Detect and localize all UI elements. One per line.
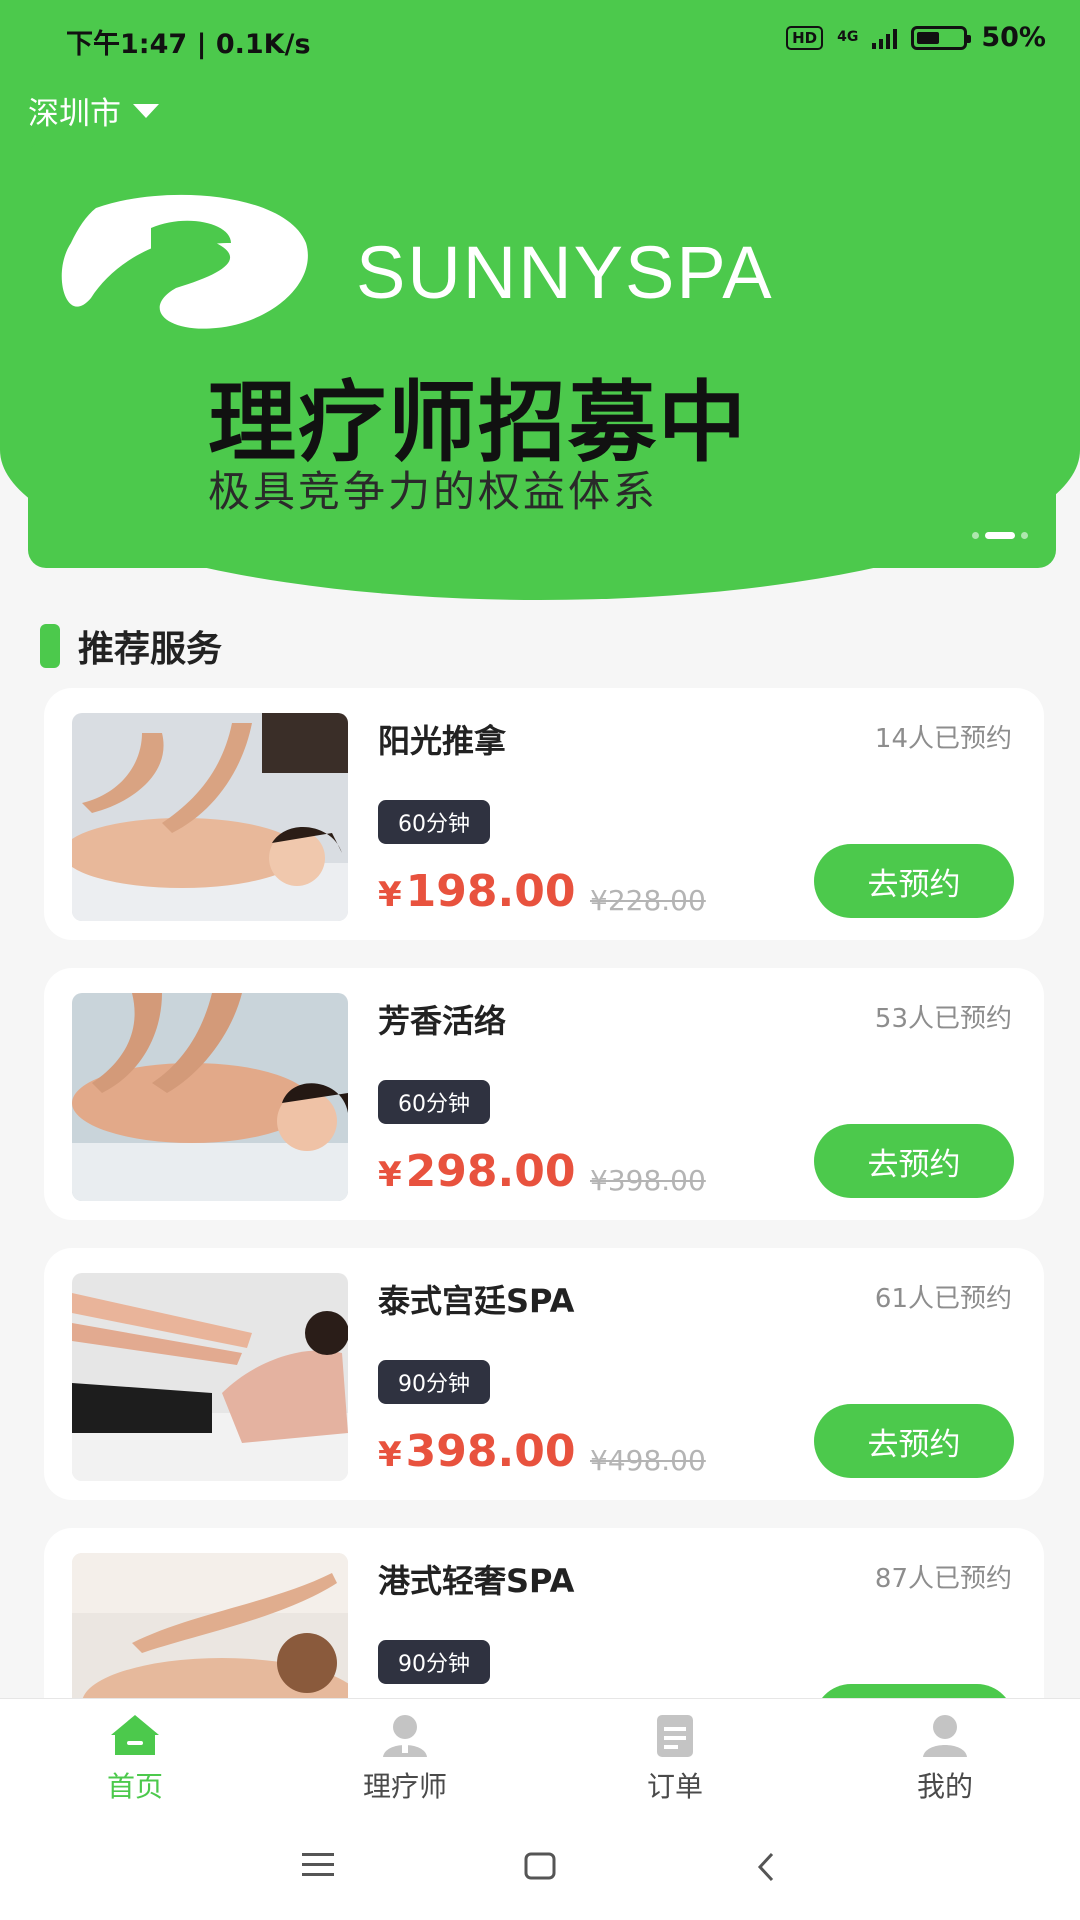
service-name: 泰式宫廷SPA — [378, 1282, 575, 1320]
service-card[interactable]: 泰式宫廷SPA 61人已预约 90分钟 ¥398.00 ¥498.00 去预约 — [44, 1248, 1044, 1500]
book-button[interactable]: 去预约 — [814, 1124, 1014, 1198]
home-icon — [111, 1715, 159, 1755]
service-photo — [72, 993, 348, 1201]
price-value: 198.00 — [405, 866, 576, 917]
status-right: HD 4G 50% — [786, 22, 1046, 53]
tab-label: 订单 — [646, 1770, 703, 1803]
promo-banner[interactable]: SUNNYSPA 理疗师招募中 极具竞争力的权益体系 — [28, 140, 1056, 568]
section-title: 推荐服务 — [78, 629, 223, 670]
order-icon — [657, 1715, 693, 1757]
city-selector[interactable]: 深圳市 — [28, 88, 159, 133]
back-icon[interactable] — [756, 1852, 776, 1882]
section-marker — [40, 624, 60, 668]
service-card[interactable]: 港式轻奢SPA 87人已预约 90分钟 — [44, 1528, 1044, 1698]
system-navigation-bar — [0, 1814, 1080, 1920]
battery-icon — [911, 25, 972, 50]
service-photo — [72, 1553, 348, 1698]
service-name: 港式轻奢SPA — [378, 1562, 575, 1600]
tab-orders[interactable]: 订单 — [540, 1699, 810, 1815]
service-card[interactable]: 阳光推拿 14人已预约 60分钟 ¥198.00 ¥228.00 去预约 — [44, 688, 1044, 940]
signal-icon — [872, 27, 898, 49]
booked-count: 53人已预约 — [874, 1004, 1012, 1034]
original-price: ¥398.00 — [590, 1164, 706, 1197]
original-price: ¥228.00 — [590, 884, 706, 917]
currency-symbol: ¥ — [378, 1155, 402, 1195]
price-value: 298.00 — [405, 1146, 576, 1197]
home-square-icon[interactable] — [524, 1852, 556, 1880]
menu-icon[interactable] — [302, 1852, 334, 1878]
pagination-dot[interactable] — [972, 532, 979, 539]
currency-symbol: ¥ — [378, 875, 402, 915]
status-speed: 0.1K/s — [215, 29, 311, 60]
pagination-dot[interactable] — [1021, 532, 1028, 539]
service-photo — [72, 713, 348, 921]
tab-home[interactable]: 首页 — [0, 1699, 270, 1815]
status-bar: 下午1:47 | 0.1K/s HD 4G 50% — [0, 0, 1080, 84]
network-label: 4G — [837, 29, 859, 45]
tab-profile[interactable]: 我的 — [810, 1699, 1080, 1815]
duration-badge: 60分钟 — [378, 800, 490, 844]
tab-label: 我的 — [916, 1770, 973, 1803]
bottom-tab-bar: 首页 理疗师 订单 我的 — [0, 1698, 1080, 1815]
tab-label: 理疗师 — [362, 1770, 447, 1803]
duration-badge: 60分钟 — [378, 1080, 490, 1124]
currency-symbol: ¥ — [378, 1435, 402, 1475]
banner-pagination — [972, 532, 1028, 539]
duration-badge: 90分钟 — [378, 1640, 490, 1684]
booked-count: 61人已预约 — [874, 1284, 1012, 1314]
status-left: 下午1:47 | 0.1K/s — [66, 29, 311, 60]
price-value: 398.00 — [405, 1426, 576, 1477]
banner-brand: SUNNYSPA — [356, 231, 774, 314]
service-price: ¥198.00 — [378, 866, 575, 917]
service-name: 芳香活络 — [378, 1002, 507, 1040]
book-button[interactable]: 去预约 — [814, 1404, 1014, 1478]
service-price: ¥398.00 — [378, 1426, 575, 1477]
service-list[interactable]: 阳光推拿 14人已预约 60分钟 ¥198.00 ¥228.00 去预约 芳香活… — [0, 688, 1080, 1698]
banner-subline: 极具竞争力的权益体系 — [208, 467, 659, 516]
battery-percent: 50% — [981, 22, 1046, 53]
section-header: 推荐服务 — [40, 620, 222, 672]
therapist-icon — [383, 1715, 427, 1757]
original-price: ¥498.00 — [590, 1444, 706, 1477]
hd-badge: HD — [786, 25, 824, 50]
booked-count: 87人已预约 — [874, 1564, 1012, 1594]
service-photo — [72, 1273, 348, 1481]
service-name: 阳光推拿 — [378, 722, 507, 760]
book-button[interactable]: 去预约 — [814, 844, 1014, 918]
duration-badge: 90分钟 — [378, 1360, 490, 1404]
booked-count: 14人已预约 — [874, 724, 1012, 754]
service-card[interactable]: 芳香活络 53人已预约 60分钟 ¥298.00 ¥398.00 去预约 — [44, 968, 1044, 1220]
city-label: 深圳市 — [28, 96, 121, 132]
tab-label: 首页 — [106, 1770, 163, 1803]
profile-icon — [923, 1715, 967, 1757]
sunnyspa-logo — [61, 194, 308, 329]
tab-therapist[interactable]: 理疗师 — [270, 1699, 540, 1815]
status-time: 下午1:47 — [66, 29, 188, 60]
book-button[interactable] — [814, 1684, 1014, 1698]
pagination-dot-active[interactable] — [985, 532, 1015, 539]
caret-down-icon — [133, 103, 159, 118]
service-price: ¥298.00 — [378, 1146, 575, 1197]
